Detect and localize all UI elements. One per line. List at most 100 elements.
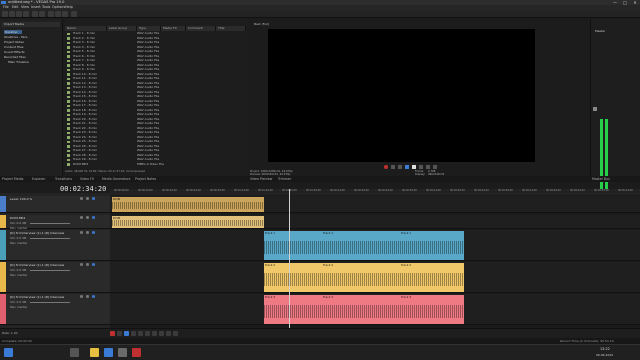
track-pan[interactable]: Pan: Center (10, 241, 27, 245)
open-icon[interactable] (9, 11, 15, 17)
edge-icon[interactable] (104, 348, 113, 357)
track-volume[interactable]: Vol: 0.0 dB (10, 236, 26, 240)
mute-icon[interactable] (80, 263, 83, 266)
tab-video-preview[interactable]: Video Preview (250, 176, 272, 182)
fx-icon[interactable] (92, 295, 95, 298)
track-header[interactable]: [D] 3rd Interview (1)-1 [D] Interview Vol… (0, 262, 110, 293)
record-icon[interactable] (384, 165, 388, 169)
next-frame-button[interactable] (173, 331, 178, 336)
column-media-fx[interactable]: Media FX (161, 26, 186, 31)
new-project-icon[interactable] (2, 11, 8, 17)
track-volume[interactable]: Vol: 0.0 dB (10, 268, 26, 272)
explorer-item-content-files[interactable]: Content Files (4, 45, 23, 49)
undo-icon[interactable] (32, 11, 38, 17)
master-fader-handle[interactable] (593, 107, 597, 111)
fx-icon[interactable] (92, 216, 95, 219)
play-from-start-button[interactable] (124, 331, 129, 336)
solo-icon[interactable] (86, 197, 89, 200)
timeline-clip[interactable]: Track 2 (400, 263, 464, 292)
tab-media-generators[interactable]: Media Generators (102, 176, 130, 182)
vegas-taskbar-icon[interactable] (132, 348, 141, 357)
pause-button[interactable] (138, 331, 143, 336)
timeline-clip[interactable]: Track 1 (264, 231, 322, 260)
volume-slider[interactable] (30, 302, 70, 303)
column-comment[interactable]: Comment (186, 26, 216, 31)
track-header[interactable]: Level: 100.0 % (0, 196, 110, 213)
fx-icon[interactable] (92, 263, 95, 266)
tab-video-fx[interactable]: Video FX (80, 176, 94, 182)
timeline-clip[interactable]: Track 3 (400, 295, 464, 324)
track-header[interactable]: DCIM.MP4 Vol: 0.0 dB Pan: Center (0, 215, 110, 230)
timeline-clip[interactable]: Track 3 (322, 295, 400, 324)
track-volume[interactable]: Vol: 0.0 dB (10, 300, 26, 304)
volume-slider[interactable] (30, 238, 70, 239)
track-name[interactable]: [D] 3rd Interview (1)-1 [D] Interview (10, 263, 64, 267)
tab-explorer[interactable]: Explorer (32, 176, 45, 182)
explorer-item-project-notes[interactable]: Project Notes (4, 40, 24, 44)
stop-icon[interactable] (419, 165, 423, 169)
solo-icon[interactable] (86, 231, 89, 234)
track-pan[interactable]: Pan: Center (10, 273, 27, 277)
track-name[interactable]: DCIM.MP4 (10, 216, 25, 220)
volume-slider[interactable] (30, 223, 70, 224)
track-volume[interactable]: Vol: 0.0 dB (10, 221, 26, 225)
explorer-item-onedrive[interactable]: OneDrive - Pers (4, 35, 27, 39)
go-to-end-button[interactable] (159, 331, 164, 336)
play-start-icon[interactable] (398, 165, 402, 169)
solo-icon[interactable] (86, 263, 89, 266)
timeline-clip[interactable]: Track 2 (264, 263, 322, 292)
redo-icon[interactable] (39, 11, 45, 17)
track-header[interactable]: [D] 3rd Interview (1)-1 [D] Interview Vol… (0, 294, 110, 325)
solo-icon[interactable] (86, 216, 89, 219)
timeline-clip[interactable]: Track 1 (400, 231, 464, 260)
mute-icon[interactable] (80, 295, 83, 298)
mute-icon[interactable] (80, 197, 83, 200)
timeline-clip[interactable]: Track 2 (322, 263, 400, 292)
search-icon[interactable] (70, 348, 79, 357)
pause-icon[interactable] (412, 165, 416, 169)
mute-icon[interactable] (80, 231, 83, 234)
track-name[interactable]: [D] 3rd Interview (1)-1 [D] Interview (10, 295, 64, 299)
explorer-item-desktop[interactable]: Desktop (4, 30, 22, 34)
play-button[interactable] (131, 331, 136, 336)
mute-icon[interactable] (80, 216, 83, 219)
play-icon[interactable] (405, 165, 409, 169)
volume-slider[interactable] (30, 270, 70, 271)
file-row[interactable]: DCIM.MP4 MPEG-4 Video File (65, 162, 245, 167)
record-button[interactable] (110, 331, 115, 336)
go-to-start-button[interactable] (152, 331, 157, 336)
timeline-clip[interactable]: Track 1 (322, 231, 400, 260)
track-header[interactable]: [D] 3rd Interview (1)-1 [D] Interview Vol… (0, 230, 110, 261)
tab-transitions[interactable]: Transitions (55, 176, 72, 182)
loop-button[interactable] (117, 331, 122, 336)
file-explorer-icon[interactable] (90, 348, 99, 357)
preview-quality[interactable]: Best (Full) (254, 22, 314, 27)
vegas-hub-icon[interactable] (71, 11, 77, 17)
explorer-item-recorded-files[interactable]: Recorded Files (4, 55, 26, 59)
tab-project-media[interactable]: Project Media (2, 176, 24, 182)
next-frame-icon[interactable] (433, 165, 437, 169)
prev-frame-button[interactable] (166, 331, 171, 336)
stop-button[interactable] (145, 331, 150, 336)
paste-icon[interactable] (62, 11, 68, 17)
track-name[interactable]: Level: 100.0 % (10, 197, 32, 201)
tab-project-notes[interactable]: Project Notes (135, 176, 156, 182)
render-icon[interactable] (23, 11, 29, 17)
fx-icon[interactable] (92, 197, 95, 200)
cut-icon[interactable] (48, 11, 54, 17)
column-title[interactable]: Title (216, 26, 246, 31)
explorer-item-sound-effects[interactable]: Sound Effects (4, 50, 25, 54)
import-media-dropdown[interactable]: Import Media (2, 22, 60, 27)
prev-frame-icon[interactable] (426, 165, 430, 169)
timeline-clip[interactable]: Track 3 (264, 295, 322, 324)
copy-icon[interactable] (55, 11, 61, 17)
column-label-group[interactable]: Label Group (107, 26, 137, 31)
store-icon[interactable] (118, 348, 127, 357)
fx-icon[interactable] (92, 231, 95, 234)
tab-trimmer[interactable]: Trimmer (278, 176, 291, 182)
tab-master-bus[interactable]: Master Bus (592, 176, 610, 182)
timeline-clip[interactable]: DCIM (112, 197, 264, 212)
timeline-clip[interactable]: DCIM (112, 216, 264, 228)
loop-icon[interactable] (391, 165, 395, 169)
solo-icon[interactable] (86, 295, 89, 298)
